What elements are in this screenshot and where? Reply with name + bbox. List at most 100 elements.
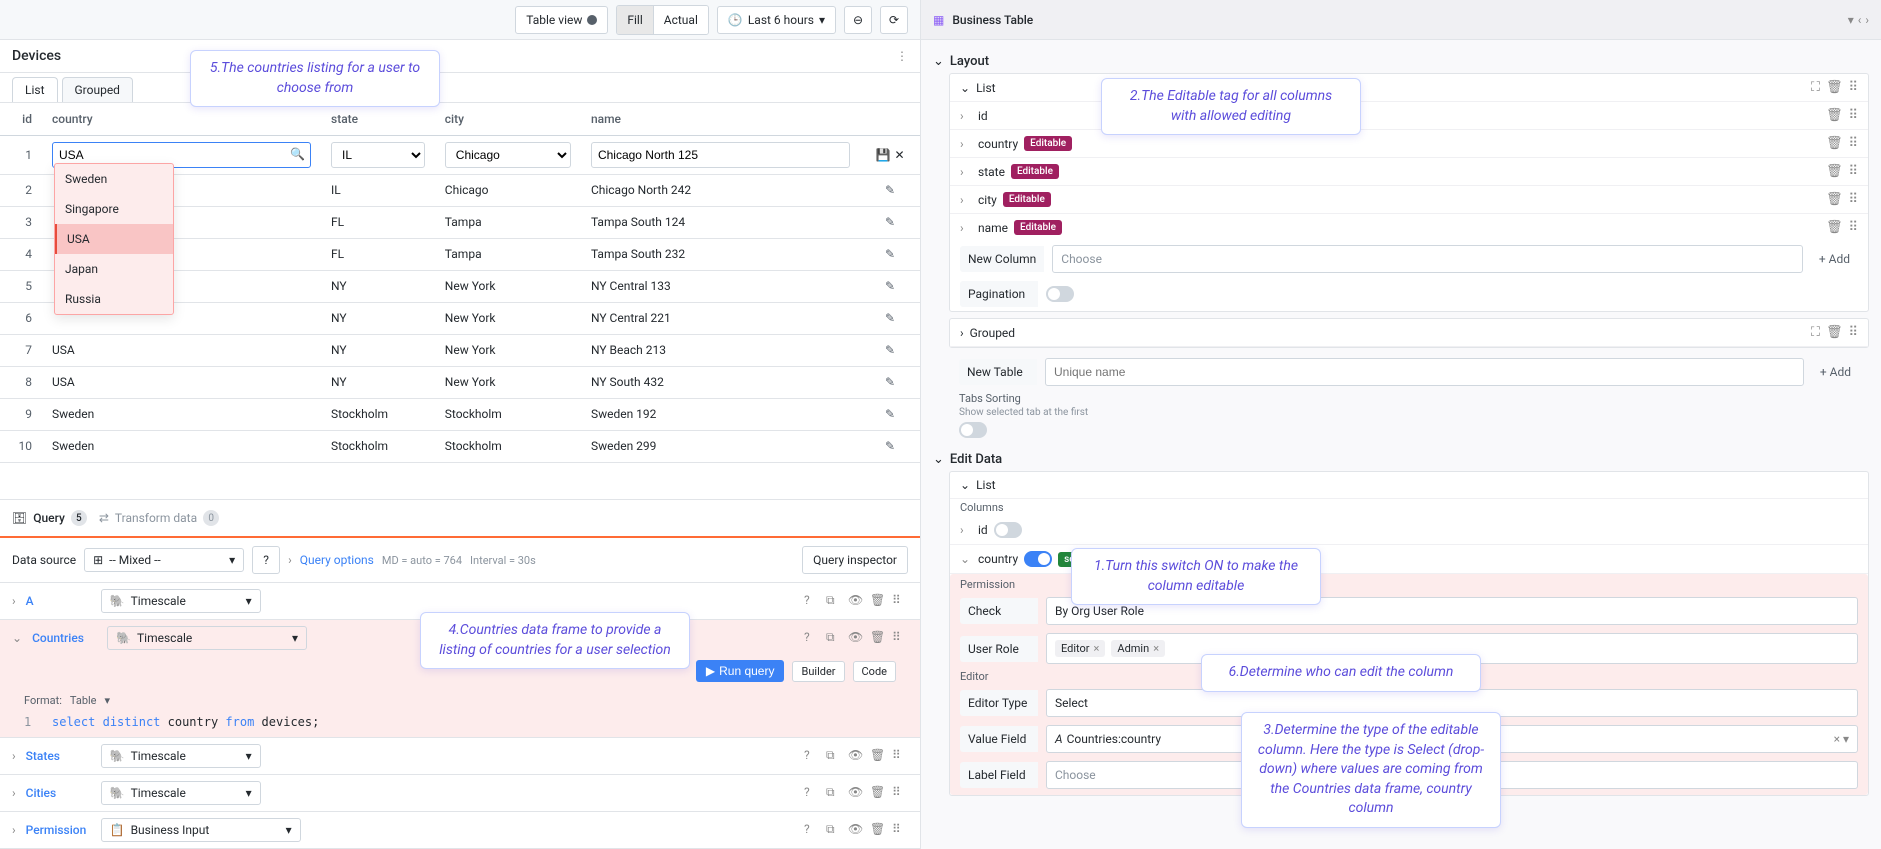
expand-icon[interactable]: ⛶: [1811, 325, 1820, 340]
query-inspector-button[interactable]: Query inspector: [802, 546, 908, 574]
collapse-icon[interactable]: ›: [960, 193, 972, 207]
eye-icon[interactable]: 👁: [848, 748, 864, 764]
edit-row-icon[interactable]: ✎: [885, 343, 895, 357]
drag-icon[interactable]: ⠿: [1848, 80, 1858, 95]
collapse-icon[interactable]: ›: [960, 326, 964, 340]
edit-row-icon[interactable]: ✎: [885, 375, 895, 389]
trash-icon[interactable]: 🗑: [1826, 80, 1843, 95]
fill-button[interactable]: Fill: [617, 6, 652, 34]
country-editable-toggle[interactable]: [1024, 551, 1052, 567]
query-tab[interactable]: 🗄 Query 5: [12, 506, 87, 530]
eye-icon[interactable]: 👁: [848, 785, 864, 801]
collapse-icon[interactable]: ›: [12, 749, 16, 763]
collapse-icon[interactable]: ›: [960, 165, 972, 179]
remove-role-icon[interactable]: ×: [1153, 642, 1159, 655]
collapse-icon[interactable]: ›: [12, 786, 16, 800]
col-state[interactable]: state: [321, 103, 435, 135]
add-column-button[interactable]: + Add: [1811, 248, 1858, 270]
clear-icon[interactable]: × ▾: [1834, 732, 1849, 746]
col-name[interactable]: name: [581, 103, 860, 135]
trash-icon[interactable]: 🗑: [870, 630, 886, 646]
drag-icon[interactable]: ⠿: [1848, 108, 1858, 123]
drag-icon[interactable]: ⠿: [1848, 192, 1858, 207]
id-editable-toggle[interactable]: [994, 522, 1022, 538]
actual-button[interactable]: Actual: [653, 6, 708, 34]
duplicate-icon[interactable]: ⧉: [826, 785, 842, 801]
col-country[interactable]: country: [42, 103, 321, 135]
drag-icon[interactable]: ⠿: [892, 630, 908, 646]
collapse-icon[interactable]: ⌄: [960, 552, 972, 566]
eye-icon[interactable]: 👁: [848, 630, 864, 646]
trash-icon[interactable]: 🗑: [870, 785, 886, 801]
trash-icon[interactable]: 🗑: [1826, 136, 1843, 151]
trash-icon[interactable]: 🗑: [870, 748, 886, 764]
expand-icon[interactable]: ⛶: [1811, 80, 1820, 95]
collapse-icon[interactable]: ›: [960, 109, 972, 123]
cancel-row-icon[interactable]: ✕: [894, 148, 904, 162]
drag-icon[interactable]: ⠿: [1848, 136, 1858, 151]
collapse-icon[interactable]: ›: [960, 221, 972, 235]
query-help-icon[interactable]: ?: [804, 630, 820, 646]
collapse-icon[interactable]: ⌄: [12, 631, 22, 645]
panel-menu-icon[interactable]: ⋮: [896, 49, 908, 63]
duplicate-icon[interactable]: ⧉: [826, 748, 842, 764]
query-permission-name[interactable]: Permission: [26, 823, 91, 837]
query-help-icon[interactable]: ?: [804, 785, 820, 801]
query-countries-ds[interactable]: 🐘Timescale▾: [107, 626, 307, 650]
chevron-right-icon[interactable]: ›: [1865, 13, 1869, 27]
time-range-picker[interactable]: 🕒 Last 6 hours ▾: [717, 6, 836, 34]
builder-mode[interactable]: Builder: [792, 661, 844, 682]
tab-grouped[interactable]: Grouped: [62, 77, 133, 102]
query-cities-ds[interactable]: 🐘Timescale▾: [101, 781, 261, 805]
query-states-ds[interactable]: 🐘Timescale▾: [101, 744, 261, 768]
query-countries-name[interactable]: Countries: [32, 631, 97, 645]
eye-icon[interactable]: 👁: [848, 822, 864, 838]
query-help-icon[interactable]: ?: [804, 822, 820, 838]
tab-list[interactable]: List: [12, 77, 58, 103]
query-permission-ds[interactable]: 📋Business Input▾: [101, 818, 301, 842]
remove-role-icon[interactable]: ×: [1094, 642, 1100, 655]
drag-icon[interactable]: ⠿: [892, 785, 908, 801]
query-help-icon[interactable]: ?: [804, 748, 820, 764]
collapse-icon[interactable]: ⌄: [960, 478, 970, 492]
edit-row-icon[interactable]: ✎: [885, 407, 895, 421]
edit-data-section[interactable]: ⌄Edit Data: [933, 448, 1869, 471]
edit-row-icon[interactable]: ✎: [885, 215, 895, 229]
drag-icon[interactable]: ⠿: [892, 593, 908, 609]
country-option[interactable]: USA: [55, 224, 173, 254]
edit-row-icon[interactable]: ✎: [885, 279, 895, 293]
new-column-select[interactable]: Choose: [1052, 245, 1803, 273]
state-select[interactable]: IL: [331, 142, 425, 168]
query-help-icon[interactable]: ?: [804, 593, 820, 609]
drag-icon[interactable]: ⠿: [892, 748, 908, 764]
col-id[interactable]: id: [0, 103, 42, 135]
country-option[interactable]: Japan: [55, 254, 173, 284]
refresh-button[interactable]: ⟳: [880, 6, 908, 34]
collapse-icon[interactable]: ›: [960, 523, 972, 537]
duplicate-icon[interactable]: ⧉: [826, 630, 842, 646]
query-cities-name[interactable]: Cities: [26, 786, 91, 800]
trash-icon[interactable]: 🗑: [870, 593, 886, 609]
duplicate-icon[interactable]: ⧉: [826, 593, 842, 609]
collapse-icon[interactable]: ›: [12, 823, 16, 837]
country-option[interactable]: Singapore: [55, 194, 173, 224]
edit-row-icon[interactable]: ✎: [885, 247, 895, 261]
duplicate-icon[interactable]: ⧉: [826, 822, 842, 838]
drag-icon[interactable]: ⠿: [892, 822, 908, 838]
chevron-down-icon[interactable]: ▾: [1848, 13, 1854, 27]
country-option[interactable]: Russia: [55, 284, 173, 314]
collapse-icon[interactable]: ⌄: [960, 81, 970, 95]
name-input[interactable]: [591, 142, 850, 168]
edit-row-icon[interactable]: ✎: [885, 439, 895, 453]
save-row-icon[interactable]: 💾: [875, 148, 890, 162]
trash-icon[interactable]: 🗑: [1826, 108, 1843, 123]
ds-help-button[interactable]: ?: [252, 546, 280, 574]
collapse-icon[interactable]: ›: [12, 594, 16, 608]
query-a-name[interactable]: A: [26, 594, 91, 608]
edit-row-icon[interactable]: ✎: [885, 311, 895, 325]
sql-editor[interactable]: 1 select distinct country from devices;: [0, 711, 920, 737]
add-table-button[interactable]: + Add: [1812, 361, 1859, 383]
layout-section[interactable]: ⌄Layout: [933, 50, 1869, 73]
table-view-toggle[interactable]: Table view: [515, 6, 608, 34]
trash-icon[interactable]: 🗑: [1826, 325, 1843, 340]
